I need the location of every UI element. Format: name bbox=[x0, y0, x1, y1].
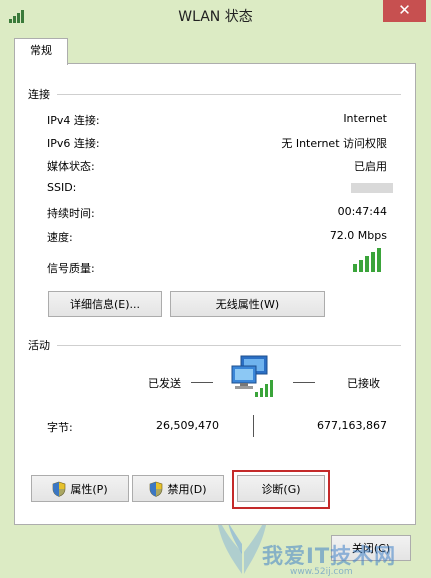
disable-button-label: 禁用(D) bbox=[167, 482, 207, 496]
ssid-value-redacted bbox=[351, 183, 393, 193]
watermark-url: www.52ij.com bbox=[290, 567, 353, 577]
speed-value: 72.0 Mbps bbox=[329, 229, 387, 242]
bytes-received-value: 677,163,867 bbox=[317, 419, 387, 432]
ipv4-label: IPv4 连接: bbox=[47, 114, 100, 127]
activity-divider bbox=[57, 345, 401, 346]
bytes-sent-value: 26,509,470 bbox=[156, 419, 219, 432]
properties-button[interactable]: 属性(P) bbox=[31, 475, 129, 502]
general-panel: 连接 IPv4 连接: Internet IPv6 连接: 无 Internet… bbox=[14, 63, 416, 525]
connection-divider bbox=[57, 94, 401, 95]
network-computers-icon bbox=[231, 355, 273, 397]
wlan-status-window: WLAN 状态 ✕ 常规 连接 IPv4 连接: Internet IPv6 连… bbox=[0, 0, 431, 578]
title-bar[interactable]: WLAN 状态 ✕ bbox=[0, 0, 431, 32]
duration-value: 00:47:44 bbox=[337, 205, 387, 218]
wireless-properties-button-label: 无线属性(W) bbox=[215, 298, 280, 311]
ssid-label: SSID: bbox=[47, 181, 77, 194]
ipv6-label: IPv6 连接: bbox=[47, 137, 100, 150]
activity-section-title: 活动 bbox=[28, 339, 50, 352]
sent-label: 已发送 bbox=[148, 377, 181, 390]
bytes-divider bbox=[253, 415, 254, 437]
close-window-button[interactable]: ✕ bbox=[383, 0, 426, 22]
diagnose-button-label: 诊断(G) bbox=[261, 482, 301, 496]
uac-shield-icon bbox=[53, 481, 66, 497]
connection-section-title: 连接 bbox=[28, 88, 50, 101]
tab-general[interactable]: 常规 bbox=[14, 38, 68, 65]
close-icon: ✕ bbox=[398, 1, 411, 19]
tab-general-label: 常规 bbox=[30, 44, 52, 57]
received-label: 已接收 bbox=[347, 377, 380, 390]
wireless-properties-button[interactable]: 无线属性(W) bbox=[170, 291, 325, 317]
media-state-label: 媒体状态: bbox=[47, 160, 95, 173]
sent-line bbox=[191, 382, 213, 383]
speed-label: 速度: bbox=[47, 231, 73, 244]
signal-quality-label: 信号质量: bbox=[47, 262, 95, 275]
received-line bbox=[293, 382, 315, 383]
signal-strength-icon bbox=[353, 248, 381, 272]
details-button[interactable]: 详细信息(E)... bbox=[48, 291, 162, 317]
disable-button[interactable]: 禁用(D) bbox=[132, 475, 224, 502]
window-title: WLAN 状态 bbox=[178, 9, 253, 25]
uac-shield-icon bbox=[150, 481, 163, 497]
bytes-label: 字节: bbox=[47, 421, 73, 434]
ipv6-value: 无 Internet 访问权限 bbox=[281, 137, 387, 150]
watermark-text: 我爱IT技术网 bbox=[262, 544, 397, 568]
ipv4-value: Internet bbox=[343, 112, 387, 125]
details-button-label: 详细信息(E)... bbox=[69, 298, 141, 311]
duration-label: 持续时间: bbox=[47, 207, 95, 220]
media-state-value: 已启用 bbox=[354, 160, 387, 173]
properties-button-label: 属性(P) bbox=[70, 482, 108, 496]
diagnose-button[interactable]: 诊断(G) bbox=[237, 475, 325, 502]
